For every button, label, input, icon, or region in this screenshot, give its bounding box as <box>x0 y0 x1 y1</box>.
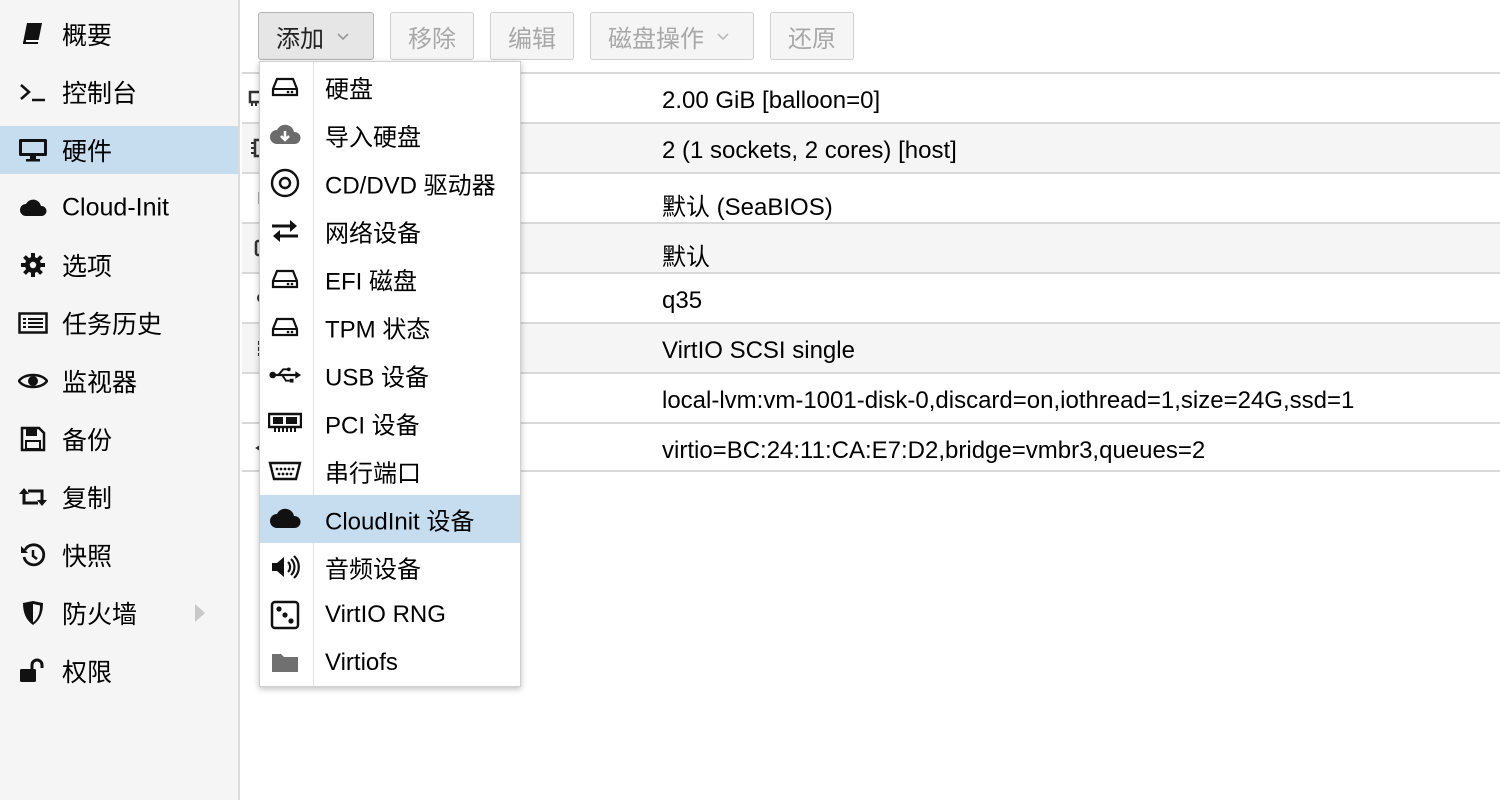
expand-arrow-icon[interactable] <box>195 604 205 622</box>
exchange-icon <box>268 215 302 247</box>
add-button-label: 添加 <box>276 25 324 53</box>
chevron-down-icon <box>717 33 729 41</box>
revert-button-label: 还原 <box>788 25 836 53</box>
sidebar-item-backup[interactable]: 备份 <box>0 415 238 463</box>
chevron-down-icon <box>337 33 349 41</box>
hdd-icon <box>268 263 302 295</box>
row-value: local-lvm:vm-1001-disk-0,discard=on,ioth… <box>662 387 1355 414</box>
sidebar-item-task-history[interactable]: 任务历史 <box>0 299 238 347</box>
menu-item-virtiofs[interactable]: Virtiofs <box>260 639 520 687</box>
remove-button-label: 移除 <box>408 25 456 53</box>
sidebar-item-label: 权限 <box>62 659 113 687</box>
menu-item-label: 导入硬盘 <box>325 124 421 152</box>
menu-item-label: 串行端口 <box>325 460 421 488</box>
menu-item-label: CloudInit 设备 <box>325 508 475 536</box>
menu-item-efi-disk[interactable]: EFI 磁盘 <box>260 255 520 303</box>
add-menu: 硬盘 导入硬盘 CD/DVD 驱动器 网络设备 EFI 磁盘 TPM 状态 US… <box>259 61 521 687</box>
menu-item-label: CD/DVD 驱动器 <box>325 172 496 200</box>
hdd-icon <box>268 311 302 343</box>
menu-item-audio-device[interactable]: 音频设备 <box>260 543 520 591</box>
edit-button-label: 编辑 <box>508 25 556 53</box>
row-value: virtio=BC:24:11:CA:E7:D2,bridge=vmbr3,qu… <box>662 437 1206 464</box>
sidebar-item-replication[interactable]: 复制 <box>0 473 238 521</box>
menu-item-label: USB 设备 <box>325 364 430 392</box>
menu-item-tpm-state[interactable]: TPM 状态 <box>260 303 520 351</box>
sidebar-item-label: 任务历史 <box>62 311 163 339</box>
add-button[interactable]: 添加 <box>258 12 374 60</box>
history-icon <box>18 531 48 579</box>
sidebar-item-label: 复制 <box>62 485 113 513</box>
sidebar-item-label: Cloud-Init <box>62 193 169 222</box>
pci-card-icon <box>268 407 302 439</box>
cloud-download-icon <box>268 119 302 151</box>
disk-action-button[interactable]: 磁盘操作 <box>590 12 754 60</box>
floppy-icon <box>18 415 48 463</box>
row-value: 2.00 GiB [balloon=0] <box>662 87 881 114</box>
disc-icon <box>268 167 302 199</box>
menu-item-label: PCI 设备 <box>325 412 420 440</box>
sidebar-item-label: 选项 <box>62 253 113 281</box>
menu-item-network-device[interactable]: 网络设备 <box>260 207 520 255</box>
sidebar-item-label: 概要 <box>62 22 113 50</box>
serial-port-icon <box>268 455 302 487</box>
desktop-icon <box>18 126 48 174</box>
retweet-icon <box>18 473 48 521</box>
sidebar-item-permissions[interactable]: 权限 <box>0 647 238 695</box>
sidebar-item-label: 快照 <box>62 543 113 571</box>
remove-button[interactable]: 移除 <box>390 12 474 60</box>
sidebar-item-cloud-init[interactable]: Cloud-Init <box>0 184 238 232</box>
dice-icon <box>268 599 302 631</box>
eye-icon <box>18 357 48 405</box>
sidebar: 概要 控制台 硬件 Cloud-Init 选项 任务历史 监视器 备份 复制 快… <box>0 0 240 800</box>
row-value: 默认 (SeaBIOS) <box>662 194 833 221</box>
usb-icon <box>268 359 302 391</box>
hdd-icon <box>268 71 302 103</box>
menu-item-label: VirtIO RNG <box>325 601 446 628</box>
menu-item-label: 硬盘 <box>325 76 373 104</box>
unlock-icon <box>18 647 48 695</box>
terminal-icon <box>18 68 48 116</box>
menu-item-label: Virtiofs <box>325 649 398 676</box>
sidebar-item-hardware[interactable]: 硬件 <box>0 126 238 174</box>
menu-item-serial-port[interactable]: 串行端口 <box>260 447 520 495</box>
sidebar-item-label: 控制台 <box>62 80 138 108</box>
sidebar-item-snapshots[interactable]: 快照 <box>0 531 238 579</box>
menu-item-virtio-rng[interactable]: VirtIO RNG <box>260 591 520 639</box>
row-value: 2 (1 sockets, 2 cores) [host] <box>662 137 957 164</box>
row-value: VirtIO SCSI single <box>662 337 855 364</box>
row-value: q35 <box>662 287 703 314</box>
menu-item-hard-disk[interactable]: 硬盘 <box>260 63 520 111</box>
menu-item-label: TPM 状态 <box>325 316 431 344</box>
list-icon <box>18 299 48 347</box>
sidebar-item-label: 防火墙 <box>62 601 138 629</box>
sidebar-item-label: 硬件 <box>62 138 113 166</box>
disk-action-button-label: 磁盘操作 <box>608 25 704 53</box>
sidebar-item-options[interactable]: 选项 <box>0 241 238 289</box>
sidebar-item-summary[interactable]: 概要 <box>0 10 238 58</box>
revert-button[interactable]: 还原 <box>770 12 854 60</box>
menu-item-label: 音频设备 <box>325 556 421 584</box>
book-icon <box>18 10 48 58</box>
menu-item-import-disk[interactable]: 导入硬盘 <box>260 111 520 159</box>
cloud-icon <box>268 503 302 535</box>
menu-item-label: 网络设备 <box>325 220 421 248</box>
sidebar-item-monitor[interactable]: 监视器 <box>0 357 238 405</box>
shield-icon <box>18 589 48 637</box>
menu-item-pci-device[interactable]: PCI 设备 <box>260 399 520 447</box>
edit-button[interactable]: 编辑 <box>490 12 574 60</box>
menu-item-label: EFI 磁盘 <box>325 268 418 296</box>
cloud-icon <box>18 184 48 232</box>
sidebar-item-label: 备份 <box>62 427 113 455</box>
sidebar-item-label: 监视器 <box>62 369 138 397</box>
volume-icon <box>268 551 302 583</box>
sidebar-item-firewall[interactable]: 防火墙 <box>0 589 238 637</box>
folder-icon <box>268 647 302 679</box>
sidebar-item-console[interactable]: 控制台 <box>0 68 238 116</box>
row-value: 默认 <box>662 244 710 271</box>
menu-item-cloudinit-device[interactable]: CloudInit 设备 <box>260 495 520 543</box>
menu-item-cd-dvd[interactable]: CD/DVD 驱动器 <box>260 159 520 207</box>
gear-icon <box>18 241 48 289</box>
menu-item-usb-device[interactable]: USB 设备 <box>260 351 520 399</box>
